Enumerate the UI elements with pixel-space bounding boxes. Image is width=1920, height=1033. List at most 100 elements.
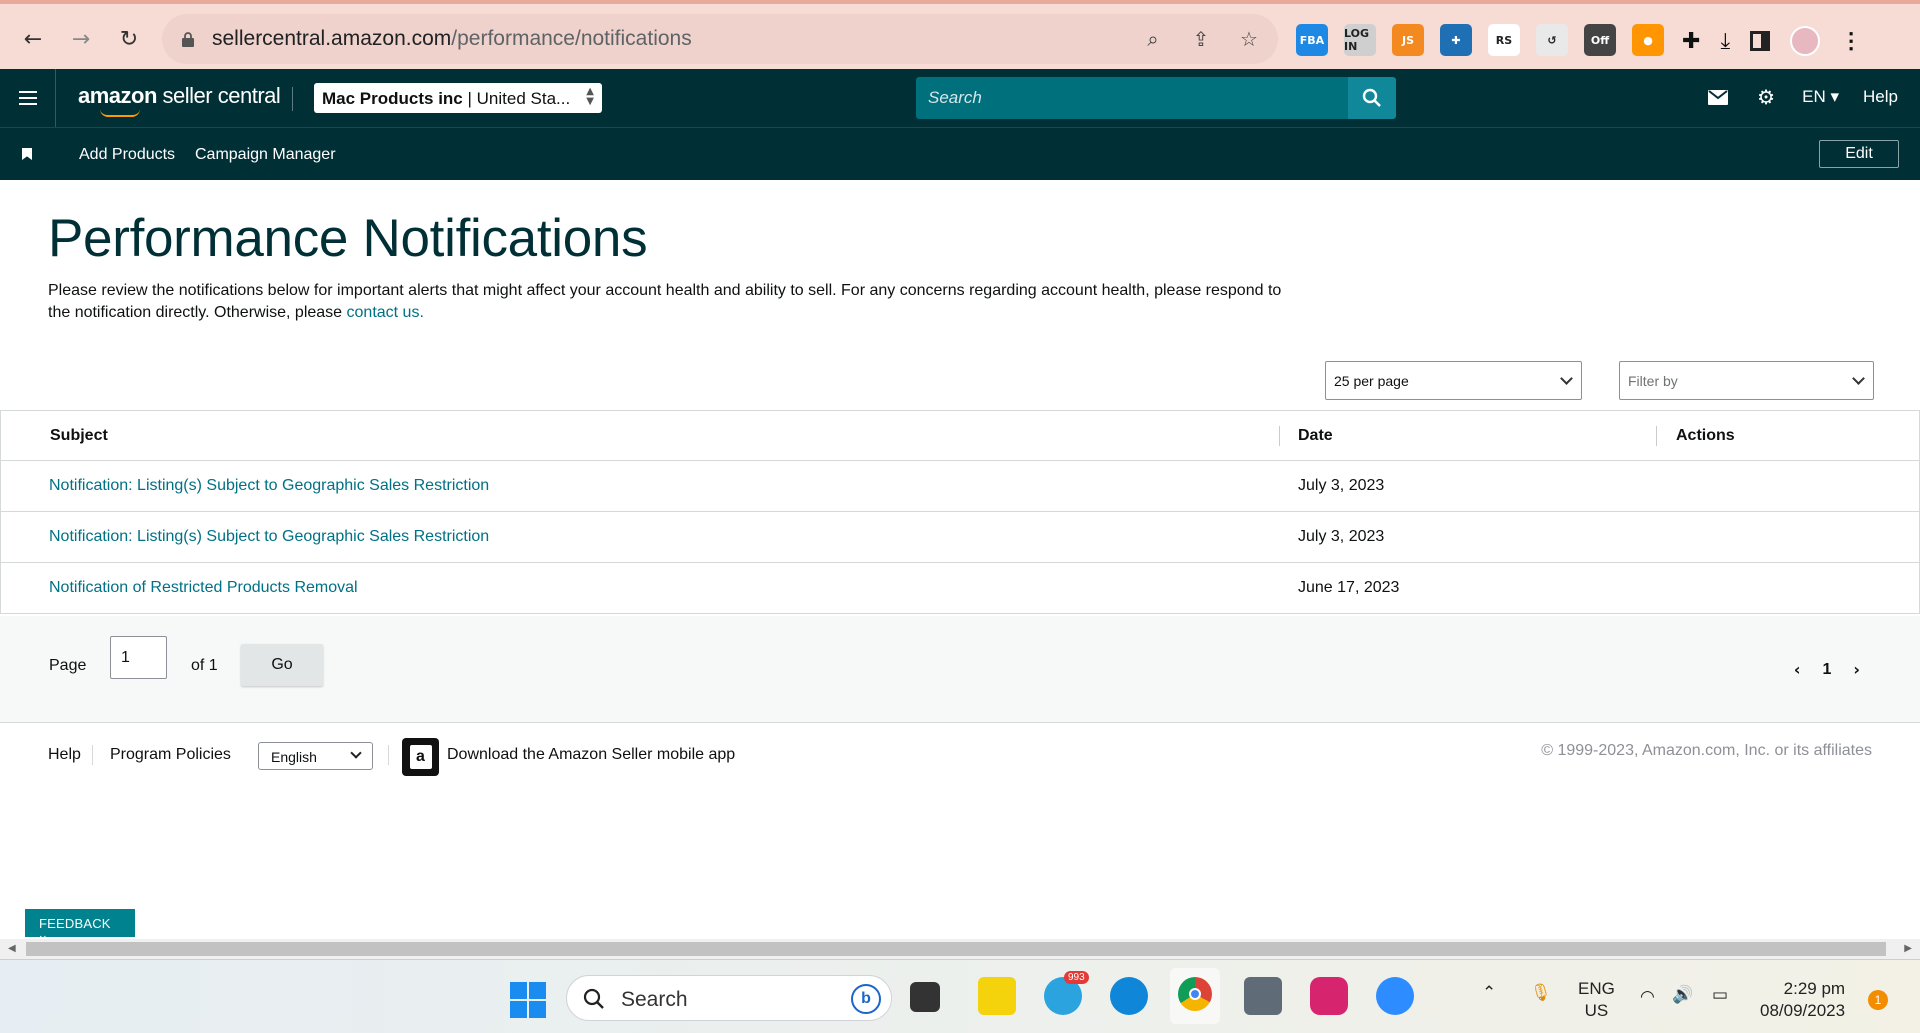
firefox-like-ext-icon[interactable]: ● [1632,24,1664,56]
wifi-icon[interactable]: ◠ [1640,986,1655,1008]
feedback-button[interactable]: FEEDBACK × [25,909,135,946]
wps-icon[interactable] [1310,977,1348,1015]
col-subject[interactable]: Subject [50,427,108,445]
language-indicator[interactable]: ENG US [1578,978,1615,1022]
extensions-row: FBA LOG IN JS ✚ RS ↺ Off ● [1296,24,1664,56]
amazon-smile-icon [100,109,140,117]
seller-central-logo[interactable]: amazon seller central [78,83,281,117]
bookmark-star-icon[interactable]: ☆ [1236,26,1262,52]
bookmark-icon[interactable] [22,148,32,160]
contact-us-link[interactable]: contact us. [347,304,424,321]
share-icon[interactable]: ⇪ [1188,26,1214,52]
divider [292,87,293,111]
language-selector[interactable]: EN ▾ [1802,87,1839,107]
scroll-thumb[interactable] [26,942,1886,956]
notification-badge[interactable]: 1 [1868,990,1888,1010]
current-page[interactable]: 1 [1823,661,1832,679]
edit-button[interactable]: Edit [1819,140,1899,168]
footer-language-select[interactable]: English [258,742,373,770]
calculator-icon[interactable] [1244,977,1282,1015]
puzzle-icon[interactable]: ✚ [1682,29,1700,54]
help-link[interactable]: Help [1863,87,1898,107]
notification-link[interactable]: Notification: Listing(s) Subject to Geog… [49,477,489,494]
chevron-down-icon [1560,372,1573,385]
browser-menu-icon[interactable]: ⋮ [1840,28,1862,54]
settings-gear-icon[interactable]: ⚙ [1754,85,1778,109]
page-label: Page [49,657,87,674]
chrome-taskbar-item[interactable] [1170,968,1220,1024]
forward-icon[interactable]: → [68,26,94,52]
copyright: © 1999-2023, Amazon.com, Inc. or its aff… [1541,742,1872,759]
pagination-bar: Page 1 of 1 Go ‹ 1 › [0,616,1920,723]
taskbar: Search b 993 ⌃ 🎙 ENG US ◠ 🔊 ▭ 2:29 pm 08/0… [0,959,1920,1033]
zoom-app-icon[interactable] [1376,977,1414,1015]
tray-overflow-icon[interactable]: ⌃ [1482,982,1496,1004]
sticky-notes-icon[interactable] [978,977,1016,1015]
notification-link[interactable]: Notification of Restricted Products Remo… [49,579,358,596]
per-page-select[interactable]: 25 per page [1325,361,1582,400]
zoom-icon[interactable]: ⌕ [1140,26,1166,52]
scroll-right-icon[interactable]: ▶ [1904,943,1912,954]
page-number-input[interactable]: 1 [110,636,167,679]
telegram-icon[interactable]: 993 [1044,971,1089,1015]
page-title: Performance Notifications [48,209,648,268]
search-icon [1362,88,1381,107]
col-actions: Actions [1676,427,1735,444]
mail-icon[interactable] [1706,85,1730,109]
history-ext-icon[interactable]: ↺ [1536,24,1568,56]
notifications-table: Subject Date Actions Notification: Listi… [0,410,1920,614]
prev-page-icon[interactable]: ‹ [1794,660,1801,679]
row-date: June 17, 2023 [1298,579,1400,596]
reload-icon[interactable]: ↻ [116,26,142,52]
account-switcher[interactable]: Mac Products inc | United Sta... ▲ ▼ [314,83,602,113]
profile-avatar[interactable] [1790,26,1821,56]
horizontal-scrollbar[interactable]: ◀ ▶ [0,939,1920,959]
search-button[interactable] [1348,77,1396,119]
windows-start-icon[interactable] [510,982,546,1018]
menu-icon[interactable] [0,69,56,127]
nav-add-products[interactable]: Add Products [79,146,175,164]
filter-select[interactable]: Filter by [1619,361,1874,400]
edge-icon[interactable] [1110,977,1148,1015]
js-ext-icon[interactable]: JS [1392,24,1424,56]
scroll-left-icon[interactable]: ◀ [8,943,16,954]
footer: Help Program Policies English a Download… [0,723,1920,803]
back-icon[interactable]: ← [20,26,46,52]
lock-icon [182,32,194,47]
program-policies-link[interactable]: Program Policies [110,746,231,764]
side-panel-icon[interactable] [1750,31,1771,51]
chevron-down-icon [1852,372,1865,385]
col-date[interactable]: Date [1298,427,1333,445]
taskbar-search[interactable]: Search b [566,975,892,1021]
row-date: July 3, 2023 [1298,528,1385,545]
notification-link[interactable]: Notification: Listing(s) Subject to Geog… [49,528,489,545]
login-ext-icon[interactable]: LOG IN [1344,24,1376,56]
chevron-down-icon [350,747,362,759]
rs-ext-icon[interactable]: RS [1488,24,1520,56]
footer-help-link[interactable]: Help [48,746,81,764]
off-ext-icon[interactable]: Off [1584,24,1616,56]
address-bar[interactable]: sellercentral.amazon.com/performance/not… [162,14,1278,64]
table-row: Notification: Listing(s) Subject to Geog… [0,512,1920,563]
bing-icon[interactable]: b [851,984,881,1014]
spinner-arrows-icon: ▲ ▼ [586,86,594,107]
volume-icon[interactable]: 🔊 [1672,984,1693,1006]
url-text: sellercentral.amazon.com/performance/not… [212,27,692,50]
browser-toolbar: ← → ↻ sellercentral.amazon.com/performan… [0,0,1920,69]
amazon-app-icon[interactable]: a [402,738,439,776]
helper-ext-icon[interactable]: ✚ [1440,24,1472,56]
download-app-link[interactable]: Download the Amazon Seller mobile app [447,746,735,764]
table-row: Notification: Listing(s) Subject to Geog… [0,461,1920,512]
go-button[interactable]: Go [241,644,323,686]
clock[interactable]: 2:29 pm 08/09/2023 [1760,978,1845,1022]
search-input[interactable]: Search [916,77,1348,119]
download-icon[interactable]: ⤓ [1720,29,1730,54]
task-view-icon[interactable] [910,982,940,1012]
fba-ext-icon[interactable]: FBA [1296,24,1328,56]
nav-campaign-manager[interactable]: Campaign Manager [195,146,336,164]
microphone-icon[interactable]: 🎙 [1530,982,1552,1004]
next-page-icon[interactable]: › [1853,660,1860,679]
battery-icon[interactable]: ▭ [1712,984,1728,1006]
row-date: July 3, 2023 [1298,477,1385,494]
intro-text: Please review the notifications below fo… [48,282,1282,321]
